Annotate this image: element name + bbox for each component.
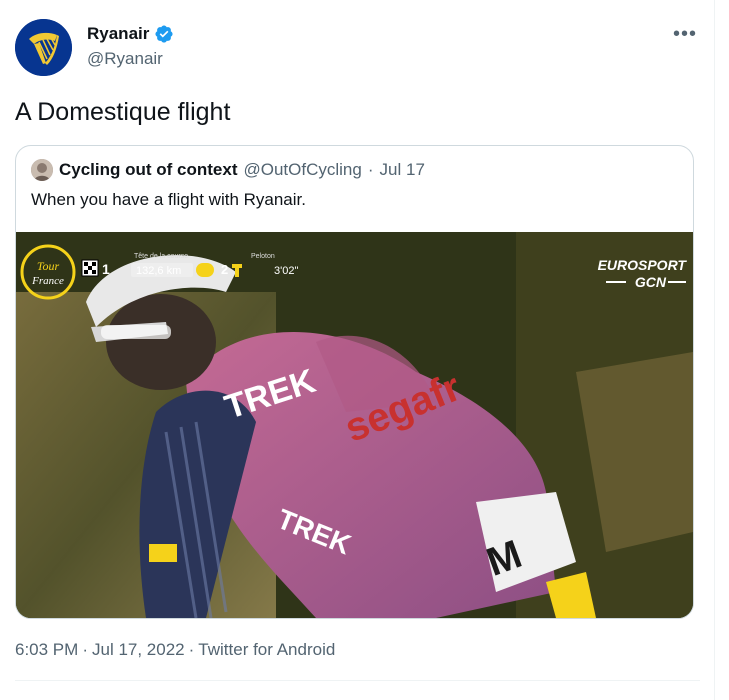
- tete-label: Tête de la course: [134, 253, 188, 260]
- timeline-border: [714, 0, 715, 700]
- gcn-logo: GCN: [635, 274, 667, 290]
- time-gap: 3'02": [274, 265, 298, 277]
- quoted-date[interactable]: Jul 17: [380, 160, 425, 180]
- quoted-text: When you have a flight with Ryanair.: [31, 190, 306, 209]
- tweet-time[interactable]: 6:03 PM: [15, 640, 78, 660]
- race-position: 1: [102, 261, 110, 277]
- separator-dot: ·: [82, 640, 88, 659]
- tweet-footer: 6:03 PM · Jul 17, 2022 · Twitter for And…: [15, 640, 335, 660]
- quoted-display-name[interactable]: Cycling out of context: [59, 160, 238, 180]
- separator-dot: ·: [367, 160, 374, 179]
- quoted-tweet[interactable]: Cycling out of context @OutOfCycling · J…: [15, 145, 694, 619]
- tweet-text: A Domestique flight: [15, 98, 231, 126]
- avatar[interactable]: [15, 19, 72, 76]
- tweet-header: Ryanair @Ryanair •••: [15, 19, 700, 79]
- person-avatar-icon: [31, 159, 53, 181]
- peloton-label: Peloton: [251, 253, 275, 260]
- more-dots-icon: •••: [672, 22, 697, 45]
- quoted-handle[interactable]: @OutOfCycling: [244, 160, 362, 180]
- divider: [15, 680, 700, 681]
- tweet-date[interactable]: Jul 17, 2022: [92, 640, 185, 660]
- harp-logo-icon: [15, 19, 72, 76]
- quoted-media-image[interactable]: M TREK segafr TREK Tour France 1 Tête de…: [16, 232, 693, 618]
- more-options-button[interactable]: •••: [670, 19, 700, 49]
- separator-dot: ·: [188, 640, 195, 659]
- remaining-distance: 132,6 km: [136, 265, 181, 277]
- quoted-avatar[interactable]: [31, 159, 53, 181]
- rider-count: 2: [221, 262, 228, 277]
- logo-line-1: Tour: [37, 259, 60, 273]
- verified-badge-icon: [155, 25, 173, 43]
- handle[interactable]: @Ryanair: [87, 49, 163, 69]
- display-name[interactable]: Ryanair: [87, 24, 149, 44]
- logo-line-2: France: [31, 275, 64, 287]
- tweet-source[interactable]: Twitter for Android: [198, 640, 335, 660]
- eurosport-logo: EUROSPORT: [598, 257, 688, 273]
